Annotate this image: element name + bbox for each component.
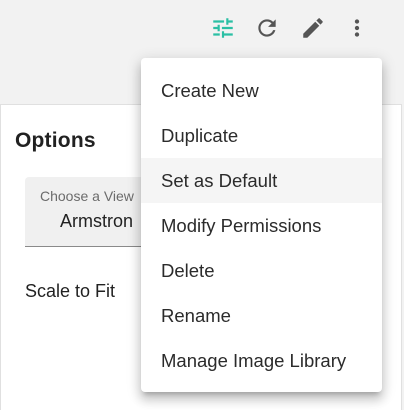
menu-item-duplicate[interactable]: Duplicate — [141, 113, 382, 158]
tune-button[interactable] — [207, 12, 239, 44]
menu-item-delete[interactable]: Delete — [141, 248, 382, 293]
more-options-menu: Create New Duplicate Set as Default Modi… — [141, 58, 382, 392]
refresh-icon — [258, 19, 276, 37]
menu-item-modify-permissions[interactable]: Modify Permissions — [141, 203, 382, 248]
edit-button[interactable] — [297, 12, 329, 44]
app-stage: Options Choose a View Armstron Scale to … — [0, 0, 404, 410]
panel-title: Options — [15, 129, 96, 152]
more-vertical-icon — [354, 19, 360, 37]
menu-item-create-new[interactable]: Create New — [141, 68, 382, 113]
menu-item-manage-image-library[interactable]: Manage Image Library — [141, 338, 382, 383]
view-select-value: Armstron — [60, 211, 134, 231]
tune-icon — [213, 18, 233, 38]
refresh-button[interactable] — [251, 12, 283, 44]
menu-item-set-as-default[interactable]: Set as Default — [141, 158, 382, 203]
view-select-label: Choose a View — [40, 188, 134, 204]
menu-item-rename[interactable]: Rename — [141, 293, 382, 338]
pencil-icon — [303, 18, 323, 38]
more-options-button[interactable] — [341, 12, 373, 44]
scale-to-fit-label: Scale to Fit — [25, 281, 116, 301]
